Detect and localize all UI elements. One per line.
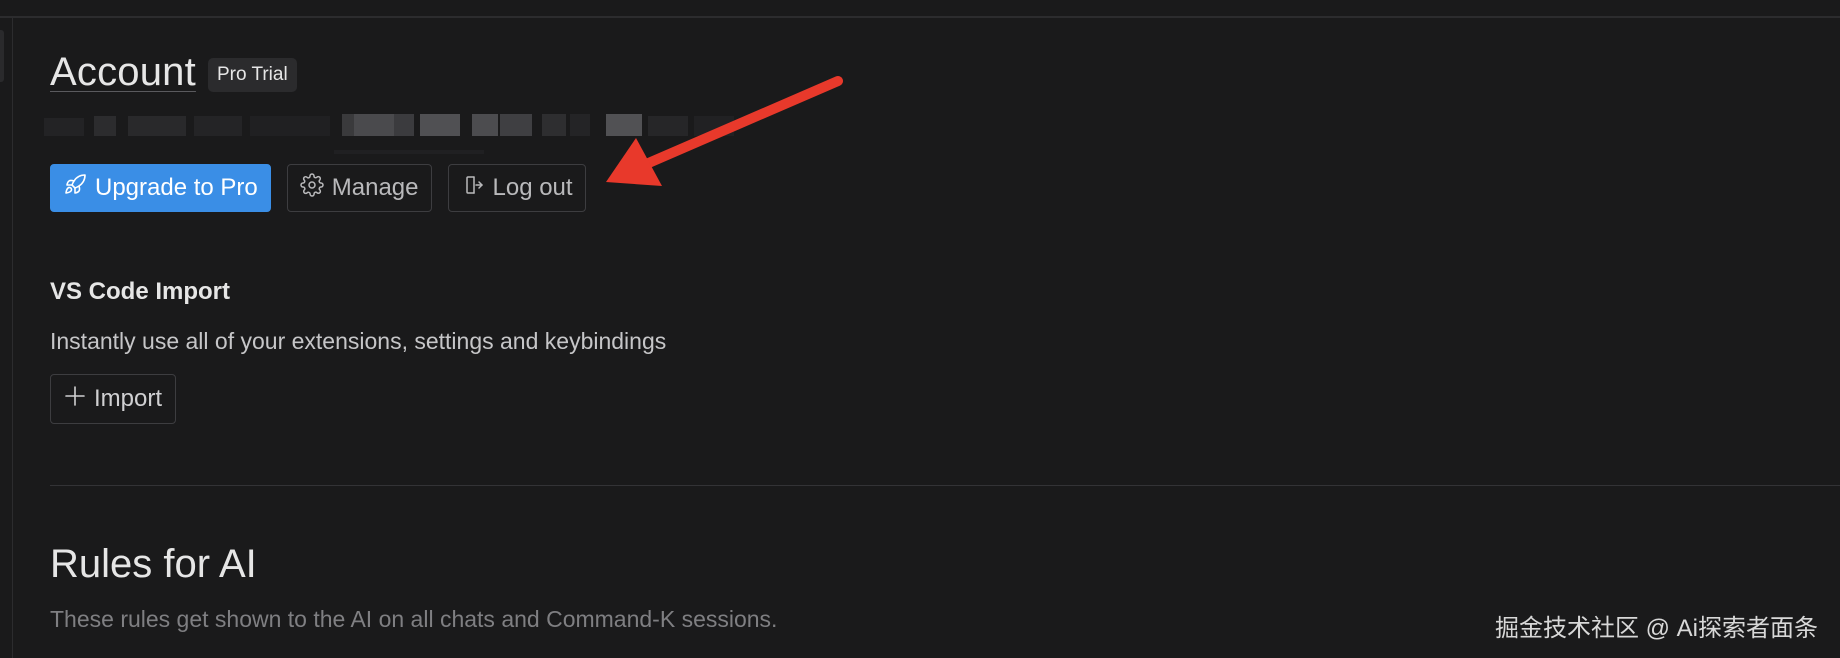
manage-label: Manage (331, 174, 419, 201)
section-divider (50, 485, 1840, 486)
logout-label: Log out (492, 174, 573, 201)
account-header: Account Pro Trial (50, 50, 297, 95)
logout-icon (461, 173, 493, 204)
vscode-import-description: Instantly use all of your extensions, se… (50, 328, 667, 354)
account-actions: Upgrade to Pro Manage Log out (50, 164, 586, 212)
gear-icon (300, 172, 332, 204)
plus-icon (64, 385, 94, 414)
rules-for-ai-description: These rules get shown to the AI on all c… (50, 606, 778, 632)
rules-for-ai-title: Rules for AI (50, 542, 257, 586)
settings-content: Account Pro Trial Upgrade to Pro Manage … (44, 0, 1840, 658)
plan-badge: Pro Trial (207, 57, 297, 92)
rocket-icon (63, 173, 95, 204)
upgrade-label: Upgrade to Pro (95, 174, 258, 201)
account-title: Account (50, 50, 196, 94)
left-rail (12, 18, 13, 658)
watermark-text: 掘金技术社区 @ Ai探索者面条 (1494, 615, 1818, 642)
upgrade-to-pro-button[interactable]: Upgrade to Pro (50, 164, 271, 212)
import-label: Import (94, 385, 163, 412)
settings-page: Account Pro Trial Upgrade to Pro Manage … (0, 0, 1840, 658)
vscode-import-title: VS Code Import (50, 278, 231, 305)
manage-button[interactable]: Manage (286, 164, 432, 212)
import-button[interactable]: Import (50, 374, 177, 424)
left-rail-scroll-handle[interactable] (0, 30, 4, 82)
log-out-button[interactable]: Log out (447, 164, 586, 212)
redacted-email (44, 110, 804, 156)
